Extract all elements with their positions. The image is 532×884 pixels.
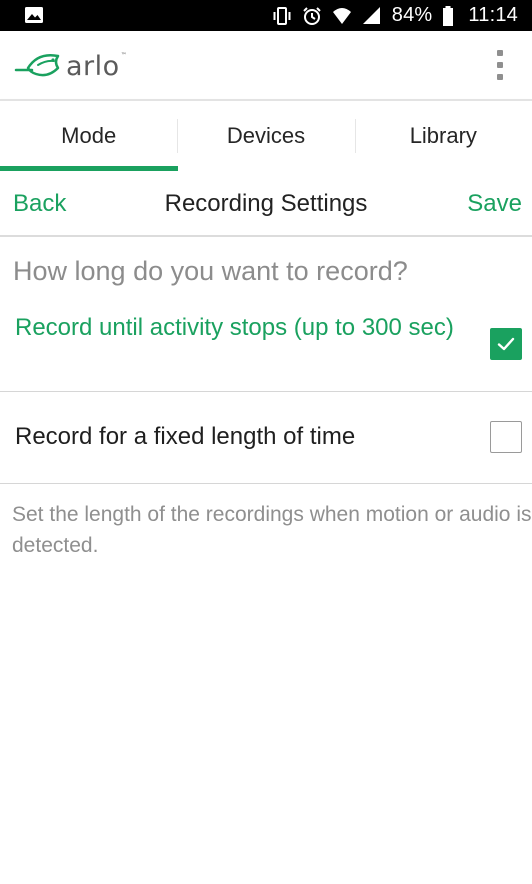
option-label: Record for a fixed length of time — [15, 423, 356, 450]
save-button[interactable]: Save — [467, 190, 522, 218]
section-question: How long do you want to record? — [13, 256, 408, 286]
option-record-until-activity-stops[interactable]: Record until activity stops (up to 300 s… — [0, 308, 532, 392]
wifi-icon — [332, 7, 351, 24]
checkbox-unchecked[interactable] — [490, 421, 522, 453]
arlo-bird-icon — [14, 54, 60, 77]
option-record-fixed-length[interactable]: Record for a fixed length of time — [0, 392, 532, 484]
arlo-wordmark: arlo™ — [66, 50, 128, 82]
status-bar: 84% 11:14 — [0, 0, 532, 31]
tab-library[interactable]: Library — [354, 101, 532, 171]
app-header: arlo™ — [0, 31, 532, 99]
checkmark-icon — [497, 337, 515, 351]
battery-icon — [443, 5, 454, 26]
tab-devices[interactable]: Devices — [177, 101, 354, 171]
battery-percent: 84% — [391, 4, 433, 26]
status-icons: 84% 11:14 — [272, 0, 518, 31]
arlo-logo: arlo™ — [14, 46, 127, 86]
page-title: Recording Settings — [164, 190, 368, 217]
tab-mode[interactable]: Mode — [0, 101, 179, 171]
option-label: Record until activity stops (up to 300 s… — [15, 314, 454, 341]
alarm-icon — [303, 6, 321, 25]
more-options-icon[interactable] — [488, 50, 512, 80]
trademark: ™ — [120, 51, 128, 59]
tab-bar: Mode Devices Library — [0, 99, 532, 171]
image-icon — [25, 7, 43, 23]
checkbox-checked[interactable] — [490, 328, 522, 360]
clock: 11:14 — [468, 4, 518, 26]
help-text: Set the length of the recordings when mo… — [12, 503, 532, 557]
sub-header: Back Recording Settings Save — [0, 171, 532, 237]
vibrate-icon — [273, 6, 291, 25]
signal-icon — [362, 6, 380, 24]
